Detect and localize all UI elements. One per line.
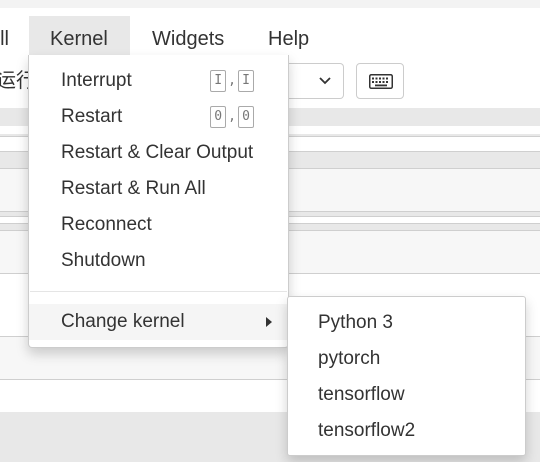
shortcut-key: 0 (238, 106, 254, 128)
chevron-down-icon (319, 77, 331, 85)
caret-right-icon (266, 317, 272, 327)
cell-type-select[interactable] (282, 63, 344, 99)
shortcut-separator: , (228, 73, 236, 88)
shortcut-key: 0 (210, 106, 227, 128)
menu-item-shutdown[interactable]: Shutdown (29, 243, 288, 279)
kernel-menu-dropdown: Interrupt I , I Restart 0 , 0 Restart & … (28, 55, 289, 348)
kernel-option-tensorflow[interactable]: tensorflow (288, 377, 525, 413)
menu-item-change-kernel[interactable]: Change kernel (29, 304, 288, 340)
menu-item-label: Restart (61, 106, 123, 127)
kernel-option-pytorch[interactable]: pytorch (288, 341, 525, 377)
keyboard-icon (369, 74, 393, 89)
menu-item-label: Change kernel (61, 311, 185, 332)
shortcut-hint: 0 , 0 (210, 99, 254, 135)
change-kernel-submenu: Python 3 pytorch tensorflow tensorflow2 (287, 296, 526, 456)
shortcut-hint: I , I (210, 63, 254, 99)
jupyter-notebook-window: ll Kernel Widgets Help 运行 Interrupt I , … (0, 0, 540, 462)
kernel-option-tensorflow2[interactable]: tensorflow2 (288, 413, 525, 449)
menu-item-restart-run-all[interactable]: Restart & Run All (29, 171, 288, 207)
menu-item-reconnect[interactable]: Reconnect (29, 207, 288, 243)
shortcut-key: I (210, 70, 227, 92)
command-palette-button[interactable] (356, 63, 404, 99)
menubar: ll Kernel Widgets Help (0, 0, 540, 63)
kernel-option-python3[interactable]: Python 3 (288, 305, 525, 341)
menu-item-label: Interrupt (61, 70, 132, 91)
menu-item-restart-clear-output[interactable]: Restart & Clear Output (29, 135, 288, 171)
shortcut-key: I (238, 70, 254, 92)
shortcut-separator: , (228, 109, 236, 124)
menu-item-interrupt[interactable]: Interrupt I , I (29, 63, 288, 99)
menu-divider (30, 291, 287, 292)
menu-item-restart[interactable]: Restart 0 , 0 (29, 99, 288, 135)
